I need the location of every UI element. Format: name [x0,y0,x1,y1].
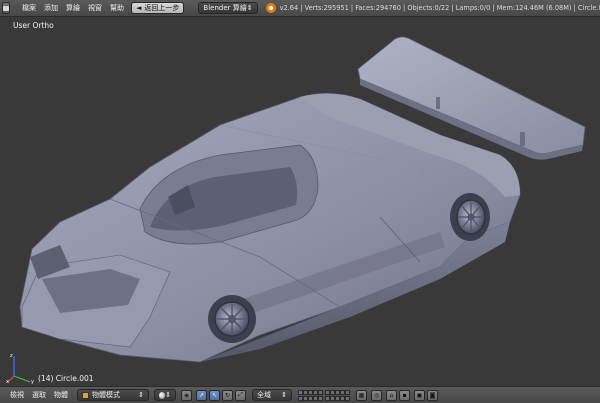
menu-select[interactable]: 選取 [28,390,50,400]
3d-view-header: 檢視 選取 物體 物體模式 ⇕ ⇕ ◈ ↗ ↖ ↻ ⤢ 全域 ⇕ ▦ ◎ ⌂ ▪… [0,386,600,403]
rear-wheel [450,193,490,241]
svg-text:x: x [6,379,9,384]
render-engine-select[interactable]: Blender 算繪 ⇕ [198,2,258,14]
translate-icon[interactable]: ↖ [209,389,220,401]
menu-add[interactable]: 添加 [40,3,62,13]
menu-view[interactable]: 檢視 [6,390,28,400]
scene-stats: v2.64 | Verts:295951 | Faces:294760 | Ob… [265,3,600,13]
info-header: 檔案 添加 算繪 視窗 幫助 ◄ 返回上一步 Blender 算繪 ⇕ v2.6… [0,0,600,17]
menu-file[interactable]: 檔案 [18,3,40,13]
rotate-icon[interactable]: ↻ [222,389,233,401]
active-object-label: (14) Circle.001 [38,374,94,383]
lock-icon[interactable]: ▦ [356,389,367,401]
menu-object[interactable]: 物體 [50,390,72,400]
menu-help[interactable]: 幫助 [106,3,128,13]
chevron-updown-icon: ⇕ [165,391,171,399]
mode-select-label: 物體模式 [92,391,120,399]
svg-text:z: z [10,353,13,359]
proportional-edit-icon[interactable]: ◎ [371,389,382,401]
viewport-shading-select[interactable]: ⇕ [154,389,176,401]
undo-arrow-icon: ◄ [136,4,142,12]
menu-window[interactable]: 視窗 [84,3,106,13]
snap-element-icon[interactable]: ▪ [399,389,410,401]
chevron-updown-icon: ⇕ [138,391,144,399]
layer-button[interactable] [345,395,350,401]
blender-logo-icon [265,3,276,13]
mode-select[interactable]: 物體模式 ⇕ [77,389,149,401]
chevron-updown-icon: ⇕ [281,391,287,399]
3d-viewport[interactable]: User Ortho z x y (14) Circle.001 [0,17,600,386]
svg-text:y: y [31,379,34,384]
view-axes-gizmo: z x y [6,353,34,384]
pivot-point-icon[interactable]: ◈ [181,389,192,401]
menu-render[interactable]: 算繪 [62,3,84,13]
render-engine-label: Blender 算繪 [203,4,247,12]
front-wheel [208,295,256,343]
render-icon[interactable]: ▣ [414,389,425,401]
transform-orientation-label: 全域 [257,391,271,399]
layer-button[interactable] [318,389,323,395]
back-to-previous-button[interactable]: ◄ 返回上一步 [131,2,185,14]
camera-icon[interactable]: ◙ [427,389,438,401]
object-mode-icon [82,391,89,399]
back-to-previous-label: 返回上一步 [144,4,180,12]
layer-button[interactable] [318,395,323,401]
race-car-model[interactable] [0,17,600,386]
manipulator-icon[interactable]: ↗ [196,389,207,401]
info-editor-icon[interactable] [2,2,10,14]
snap-icon[interactable]: ⌂ [386,389,397,401]
scene-stats-text: v2.64 | Verts:295951 | Faces:294760 | Ob… [279,4,600,12]
layers-icon[interactable] [298,389,350,401]
scale-icon[interactable]: ⤢ [235,389,246,401]
chevron-updown-icon: ⇕ [246,4,253,12]
layer-button[interactable] [345,389,350,395]
transform-orientation-select[interactable]: 全域 ⇕ [252,389,292,401]
